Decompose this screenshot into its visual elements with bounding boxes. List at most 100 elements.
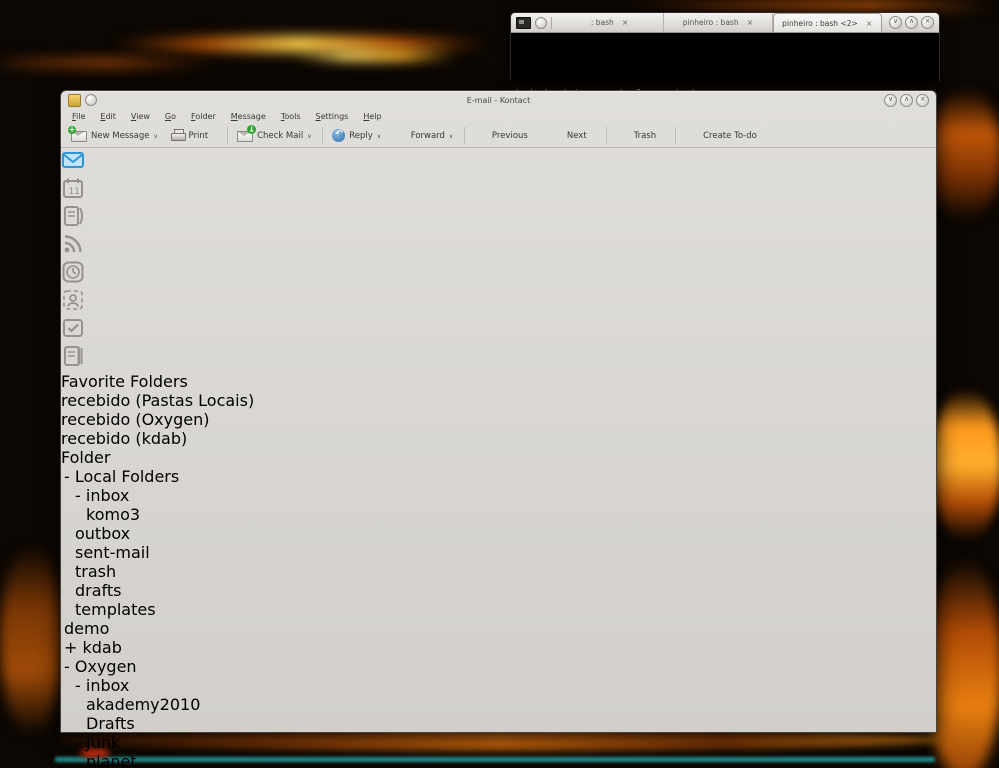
favorite-folders-panel: Favorite Folders recebido (Pastas Locais… [61, 372, 936, 448]
folder-tree-item[interactable]: Drafts [61, 714, 936, 733]
folder-tree-item[interactable]: - Local Folders [61, 467, 936, 486]
toolbar-icon [549, 129, 563, 142]
titlebar[interactable]: E-mail - Kontact ∨ ∧ × [61, 91, 936, 109]
sidebar-item-mail[interactable] [61, 148, 936, 176]
dropdown-arrow-icon[interactable] [449, 131, 455, 141]
folder-tree: - Local Folders - inbox [61, 467, 936, 768]
folder-tree-item[interactable]: planet [61, 752, 936, 768]
sidebar-item-todo[interactable] [61, 316, 936, 344]
toolbar-button[interactable]: Next [544, 127, 603, 144]
folder-label: Drafts [86, 714, 135, 733]
close-button[interactable]: × [921, 16, 934, 29]
konsole-icon [516, 17, 531, 29]
folder-tree-item[interactable]: - inbox [61, 676, 936, 695]
toolbar-button[interactable]: Previous [464, 127, 544, 144]
rss-icon [61, 232, 85, 256]
toolbar-button[interactable]: Trash [606, 127, 672, 144]
sidebar-item-notes[interactable] [61, 344, 936, 372]
folder-tree-item[interactable]: komo3 [61, 505, 936, 524]
sidebar-item-time-tracker[interactable] [61, 260, 936, 288]
favorite-folder-item[interactable]: recebido (Pastas Locais) [61, 391, 936, 410]
menu-item[interactable]: Folder [191, 112, 216, 121]
tree-expander[interactable]: - [64, 657, 70, 676]
folder-tree-item[interactable]: outbox [61, 524, 936, 543]
toolbar-button[interactable]: New Message [66, 127, 166, 144]
toolbar-label: Previous [492, 131, 528, 141]
svg-text:11: 11 [69, 187, 80, 197]
dropdown-arrow-icon[interactable] [154, 131, 160, 141]
sidebar-item-feeds[interactable] [61, 232, 936, 260]
folder-tree-item[interactable]: demo [61, 619, 936, 638]
menu-item[interactable]: Help [363, 112, 381, 121]
maximize-button[interactable]: ∧ [905, 16, 918, 29]
toolbar-button[interactable]: Forward [389, 127, 461, 144]
menubar: File Edit View Go Folder Message Tools Settings… [61, 109, 936, 124]
minimize-button[interactable]: ∨ [889, 16, 902, 29]
toolbar-icon [616, 129, 630, 142]
dropdown-arrow-icon[interactable] [307, 131, 313, 141]
tab-close-icon[interactable]: × [866, 19, 873, 28]
folder-tree-item[interactable]: - inbox [61, 486, 936, 505]
favorite-folder-item[interactable]: recebido (kdab) [61, 429, 936, 448]
favorites-list: recebido (Pastas Locais) recebido (Oxyge… [61, 391, 936, 448]
terminal-tab-label: : bash [591, 18, 614, 27]
menu-item[interactable]: Edit [100, 112, 116, 121]
kontact-window: E-mail - Kontact ∨ ∧ × File Edit View Go Fol… [60, 90, 937, 733]
terminal-titlebar[interactable]: : bash × pinheiro : bash × pinheiro : ba… [511, 13, 939, 33]
terminal-tabs: : bash × pinheiro : bash × pinheiro : ba… [556, 13, 882, 32]
maximize-button[interactable]: ∧ [900, 94, 913, 107]
tab-close-icon[interactable]: × [622, 18, 629, 27]
close-button[interactable]: × [916, 94, 929, 107]
toolbar-icon [171, 129, 185, 142]
menu-item[interactable]: Go [165, 112, 176, 121]
titlebar-menu-button[interactable] [85, 94, 97, 106]
terminal-tab[interactable]: : bash × [556, 13, 664, 32]
tree-expander[interactable]: - [64, 467, 70, 486]
favorite-folder-item[interactable]: recebido (Oxygen) [61, 410, 936, 429]
folder-tree-item[interactable]: Junk [61, 733, 936, 752]
background-light-streak [620, 0, 999, 12]
folder-tree-item[interactable]: akademy2010 [61, 695, 936, 714]
menu-item[interactable]: View [131, 112, 150, 121]
toolbar-icon [332, 129, 345, 142]
toolbar-label: New Message [91, 131, 150, 141]
sidebar-item-calendar[interactable]: 11 [61, 176, 936, 204]
todo-check-icon [61, 316, 85, 340]
menu-item[interactable]: Message [231, 112, 266, 121]
sidebar-item-journal[interactable] [61, 204, 936, 232]
desktop: : bash × pinheiro : bash × pinheiro : ba… [0, 0, 999, 768]
toolbar-label: Check Mail [257, 131, 303, 141]
toolbar-button[interactable]: Create To-do [675, 127, 773, 144]
folder-tree-item[interactable]: templates [61, 600, 936, 619]
folder-panel-header[interactable]: Folder [61, 448, 936, 467]
toolbar-button[interactable]: Print [166, 127, 225, 144]
toolbar-button[interactable]: Reply [322, 127, 389, 144]
kontact-app-icon[interactable] [68, 94, 81, 107]
tree-expander[interactable]: - [75, 486, 81, 505]
menu-item[interactable]: Tools [281, 112, 301, 121]
folder-tree-item[interactable]: - Oxygen [61, 657, 936, 676]
clock-icon [61, 260, 85, 284]
terminal-tab[interactable]: pinheiro : bash × [664, 13, 772, 32]
tree-expander[interactable]: + [64, 638, 77, 657]
toolbar-icon [71, 131, 87, 142]
tree-expander[interactable]: - [75, 676, 81, 695]
toolbar-icon [394, 129, 407, 142]
folder-tree-item[interactable]: trash [61, 562, 936, 581]
minimize-button[interactable]: ∨ [884, 94, 897, 107]
tab-close-icon[interactable]: × [747, 18, 754, 27]
background-light-streak [290, 50, 460, 61]
toolbar-label: Next [567, 131, 587, 141]
menu-item[interactable]: File [72, 112, 85, 121]
dropdown-arrow-icon[interactable] [377, 131, 383, 141]
sidebar-item-contacts[interactable] [61, 288, 936, 316]
folder-tree-item[interactable]: sent-mail [61, 543, 936, 562]
contacts-icon [61, 288, 85, 312]
toolbar-button[interactable]: Check Mail [227, 127, 319, 144]
toolbar-icon [685, 129, 699, 142]
terminal-tab[interactable]: pinheiro : bash <2> × [773, 13, 882, 32]
folder-tree-item[interactable]: drafts [61, 581, 936, 600]
menu-item[interactable]: Settings [316, 112, 349, 121]
folder-tree-item[interactable]: + kdab [61, 638, 936, 657]
terminal-menu-button[interactable] [535, 17, 547, 29]
